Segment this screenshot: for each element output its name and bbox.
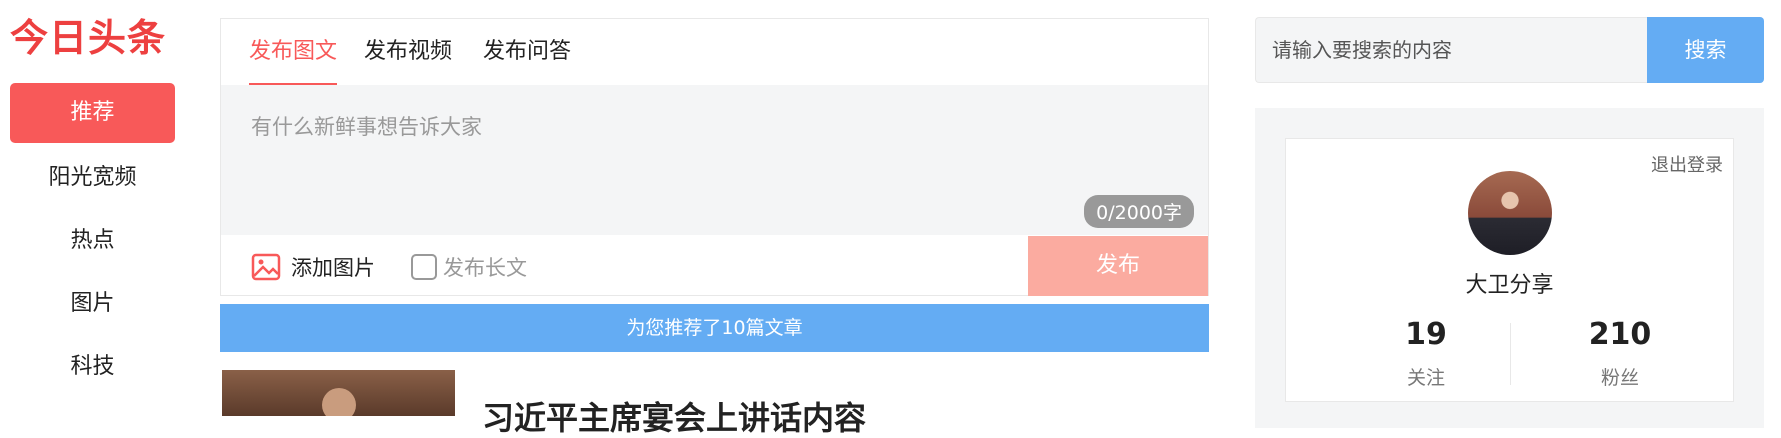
- long-post-label: 发布长文: [443, 256, 527, 280]
- nav-item-sunshine-video[interactable]: 阳光宽频: [10, 146, 175, 209]
- following-count: 19: [1405, 317, 1447, 352]
- tab-post-video[interactable]: 发布视频: [364, 37, 452, 67]
- search-button[interactable]: 搜索: [1647, 17, 1764, 83]
- recommend-notice[interactable]: 为您推荐了10篇文章: [220, 304, 1209, 352]
- user-panel: 退出登录 大卫分享 19 关注 210 粉丝: [1255, 108, 1764, 428]
- stat-divider: [1510, 323, 1511, 385]
- tab-post-question[interactable]: 发布问答: [483, 37, 571, 67]
- user-card: 退出登录 大卫分享 19 关注 210 粉丝: [1285, 138, 1734, 402]
- followers-count: 210: [1588, 317, 1652, 352]
- username[interactable]: 大卫分享: [1286, 267, 1733, 299]
- article-thumbnail[interactable]: [222, 370, 455, 416]
- nav-item-tech[interactable]: 科技: [10, 335, 175, 398]
- checkbox-box[interactable]: [411, 254, 437, 280]
- search-input[interactable]: [1255, 17, 1647, 83]
- char-count-badge: 0/2000字: [1084, 195, 1194, 228]
- channel-nav: 推荐 阳光宽频 热点 图片 科技: [10, 83, 175, 398]
- logout-link[interactable]: 退出登录: [1651, 151, 1723, 177]
- search-box: 搜索: [1255, 17, 1764, 83]
- article-title[interactable]: 习近平主席宴会上讲话内容: [482, 398, 866, 438]
- post-textarea[interactable]: 有什么新鲜事想告诉大家 0/2000字: [221, 85, 1208, 235]
- following-stat[interactable]: 19 关注: [1326, 317, 1526, 390]
- site-logo[interactable]: 今日头条: [10, 14, 166, 62]
- avatar[interactable]: [1468, 171, 1552, 255]
- nav-item-images[interactable]: 图片: [10, 272, 175, 335]
- add-image-label: 添加图片: [291, 256, 375, 280]
- followers-stat[interactable]: 210 粉丝: [1520, 317, 1720, 390]
- post-publisher: 发布图文 发布视频 发布问答 有什么新鲜事想告诉大家 0/2000字 添加图片 …: [220, 18, 1209, 296]
- publisher-tabs: 发布图文 发布视频 发布问答: [221, 19, 1208, 86]
- add-image-button[interactable]: 添加图片: [251, 252, 375, 282]
- long-post-checkbox[interactable]: 发布长文: [411, 252, 527, 282]
- tab-post-article[interactable]: 发布图文: [249, 37, 338, 86]
- publish-button[interactable]: 发布: [1028, 236, 1208, 296]
- publisher-toolbar: 添加图片 发布长文 发布: [221, 236, 1208, 296]
- followers-label: 粉丝: [1600, 367, 1639, 389]
- thumbnail-figure: [322, 388, 356, 416]
- nav-item-recommend[interactable]: 推荐: [10, 83, 175, 143]
- nav-item-hot[interactable]: 热点: [10, 209, 175, 272]
- image-icon: [251, 253, 281, 281]
- post-placeholder: 有什么新鲜事想告诉大家: [251, 115, 482, 139]
- following-label: 关注: [1406, 367, 1445, 389]
